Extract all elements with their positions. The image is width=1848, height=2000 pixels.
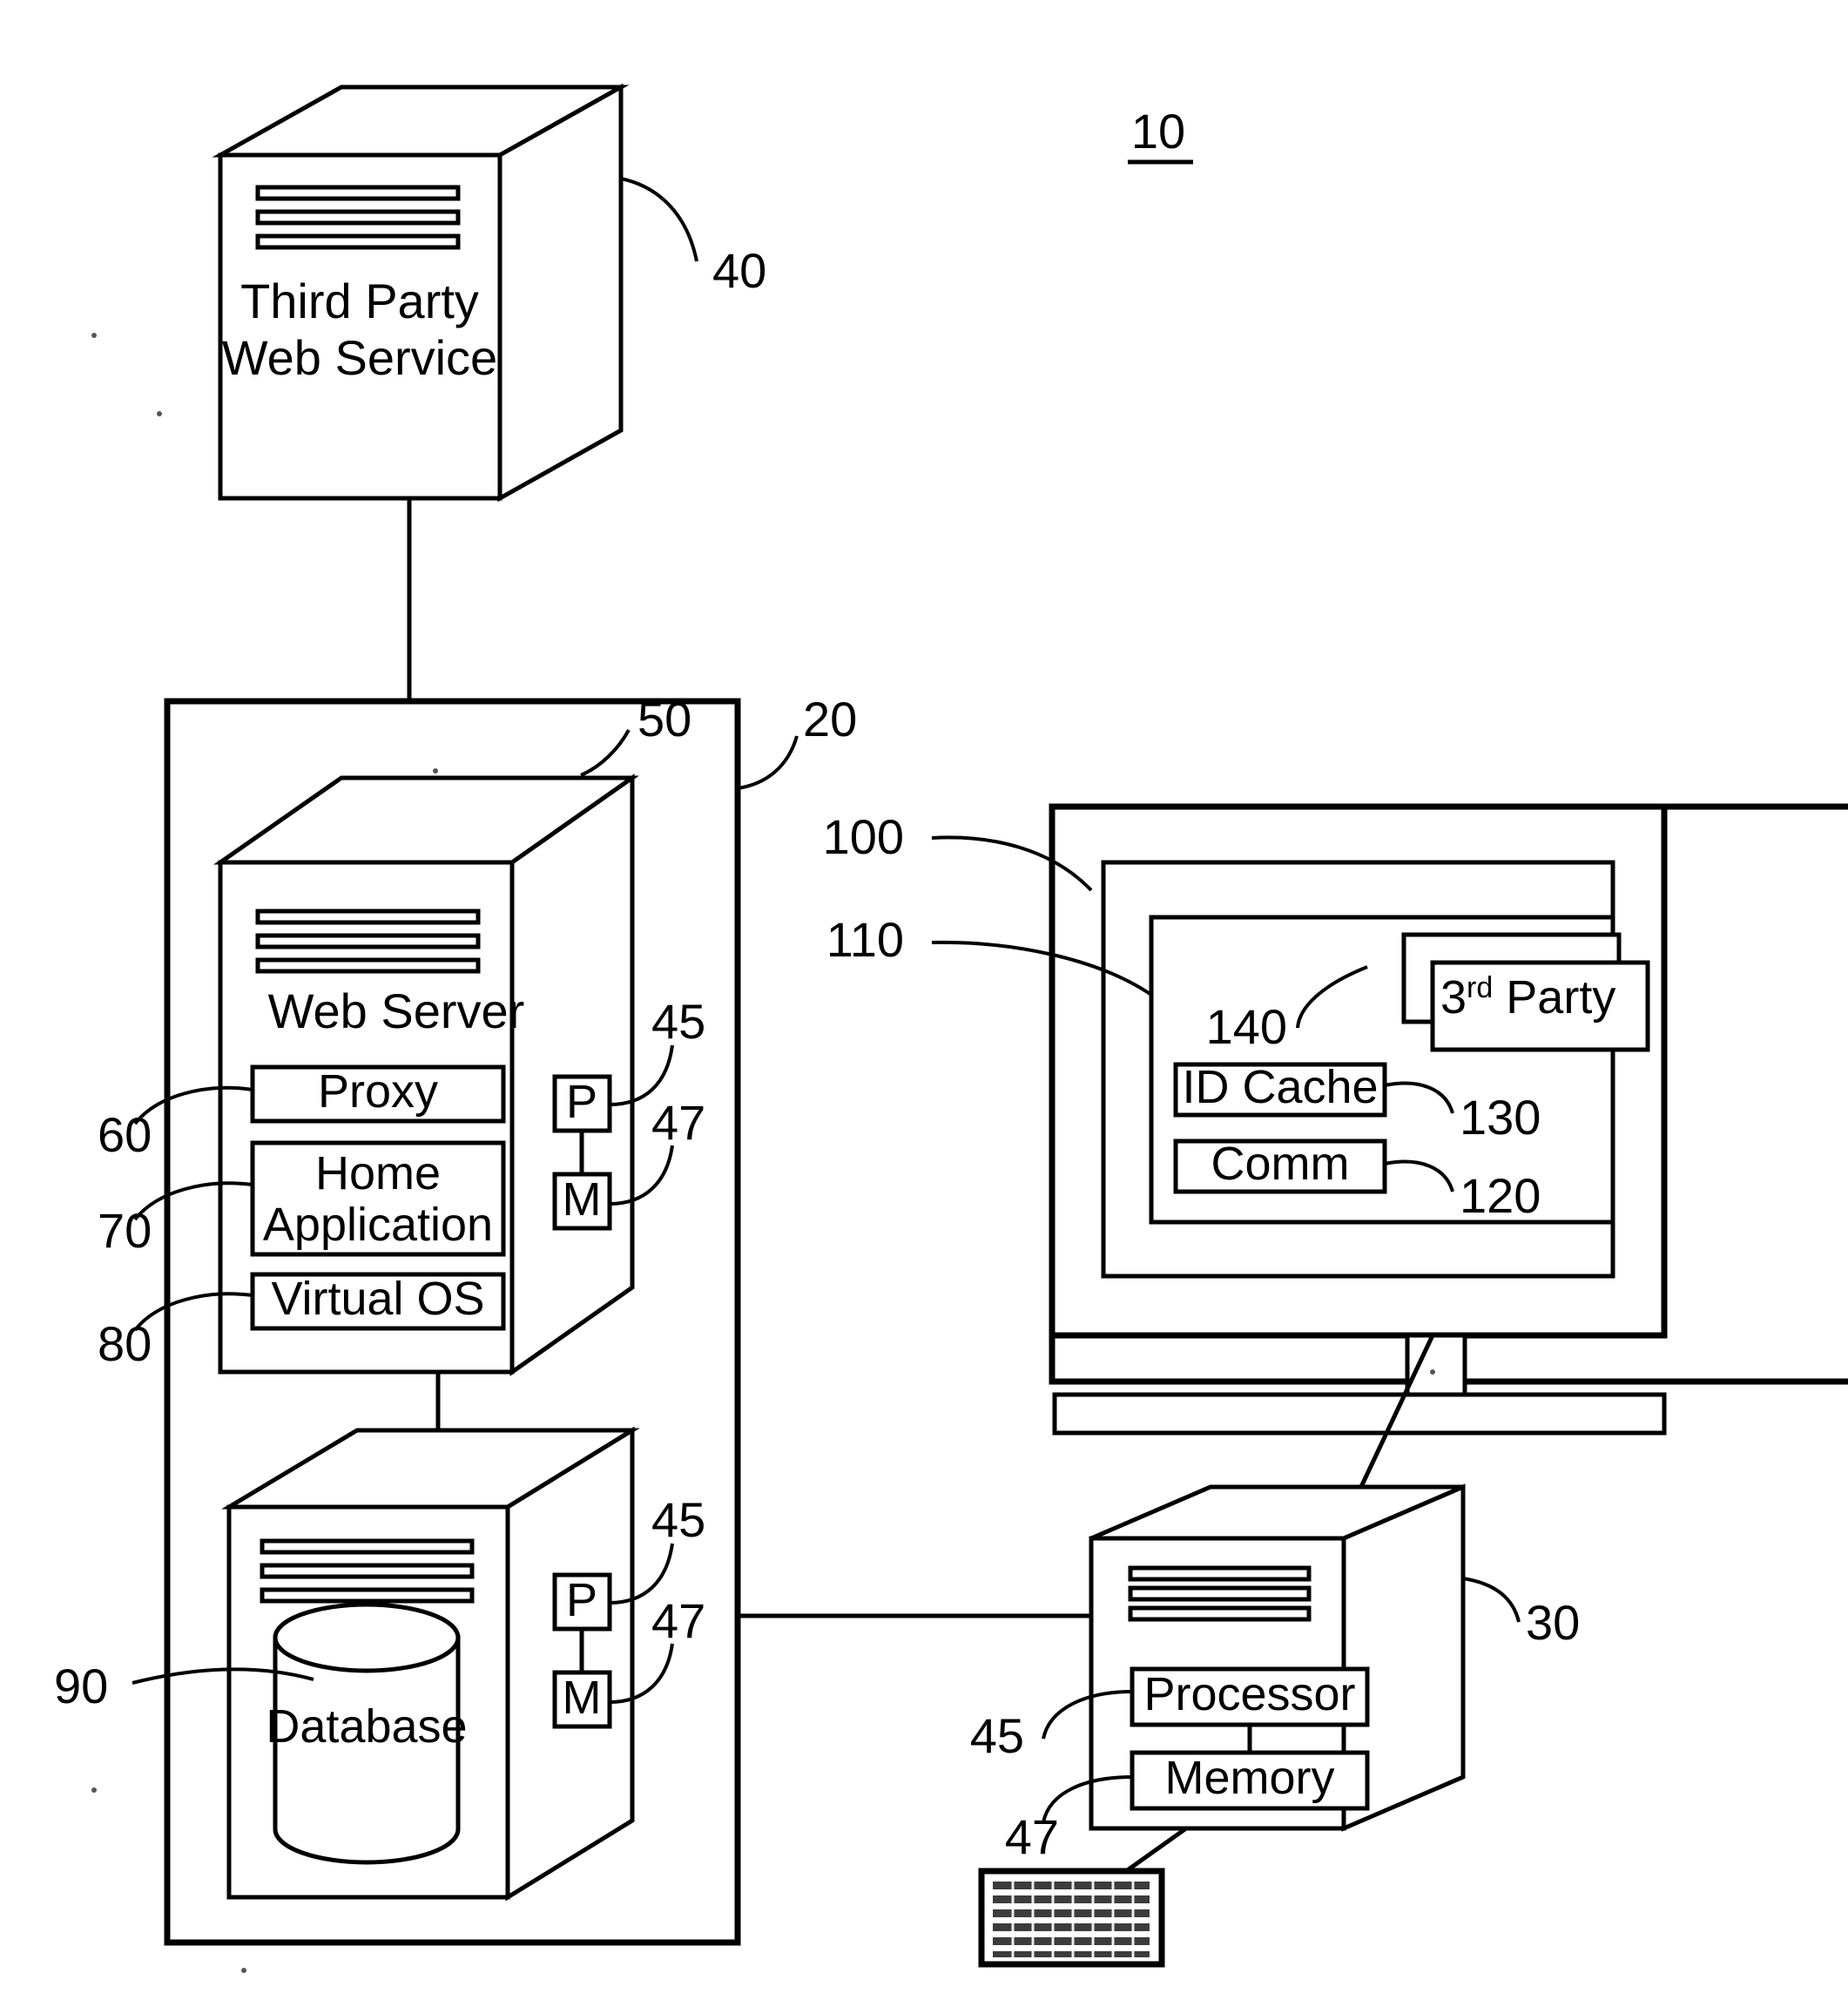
figure-number-text: 10: [1131, 104, 1185, 159]
client-computer-node[interactable]: Processor Memory: [1089, 1483, 1466, 1832]
memory-initial-label: M: [563, 1173, 602, 1226]
third-party-web-service-node[interactable]: Third Party Web Service: [212, 83, 630, 503]
database-label: Database: [266, 1700, 467, 1753]
ref-20-callout: 20: [737, 692, 857, 790]
ref-120-text: 120: [1460, 1168, 1541, 1223]
diagram-canvas: 10 Third Party Web Service 40 20 Web Ser…: [54, 83, 1848, 1973]
ref-47-client-text: 47: [1005, 1809, 1059, 1864]
web-server-side-module-m[interactable]: M: [552, 1172, 612, 1231]
ref-40-text: 40: [712, 243, 766, 298]
ref-45-webserver-text: 45: [651, 994, 705, 1049]
client-component-memory[interactable]: Memory: [1130, 1750, 1370, 1811]
ref-30-text: 30: [1526, 1595, 1580, 1650]
comm-label: Comm: [1211, 1138, 1350, 1190]
database-side-module-m[interactable]: M: [552, 1670, 612, 1729]
virtual-os-label: Virtual OS: [271, 1273, 484, 1325]
home-application-label-line1: Home: [315, 1147, 441, 1199]
monitor-module-id-cache[interactable]: ID Cache: [1173, 1061, 1387, 1118]
memory-label: Memory: [1164, 1752, 1334, 1804]
web-server-node[interactable]: Web Server Proxy Home Application Virtua…: [213, 774, 639, 1376]
ref-40-callout: 40: [620, 177, 766, 298]
figure-number: 10: [1128, 104, 1193, 165]
client-component-processor[interactable]: Processor: [1130, 1666, 1370, 1727]
ref-110-text: 110: [826, 912, 904, 967]
processor-initial-label: P: [566, 1574, 597, 1626]
ref-70-text: 70: [98, 1203, 152, 1258]
keyboard-icon[interactable]: [978, 1868, 1165, 1968]
id-cache-label: ID Cache: [1182, 1061, 1378, 1113]
ref-90-text: 90: [54, 1659, 108, 1713]
database-side-module-p[interactable]: P: [552, 1572, 612, 1632]
third-party-label-line2: Web Service: [222, 330, 497, 385]
web-server-component-virtual-os[interactable]: Virtual OS: [250, 1272, 506, 1331]
home-application-label-line2: Application: [263, 1199, 493, 1251]
ref-45-database-text: 45: [651, 1492, 705, 1547]
third-party-label-line1: Third Party: [240, 274, 479, 328]
web-server-component-home-application[interactable]: Home Application: [250, 1140, 506, 1257]
web-server-label: Web Server: [268, 983, 525, 1038]
database-node[interactable]: Database P M: [220, 1426, 640, 1902]
ref-45-client-text: 45: [970, 1708, 1024, 1763]
patent-figure-page: 10 Third Party Web Service 40 20 Web Ser…: [0, 0, 1848, 2000]
monitor-module-comm[interactable]: Comm: [1173, 1138, 1387, 1194]
processor-label: Processor: [1143, 1668, 1355, 1720]
ref-100-text: 100: [823, 809, 904, 864]
monitor-window-3rd-party[interactable]: 3rd Party: [1401, 932, 1650, 1052]
memory-initial-label: M: [563, 1672, 602, 1724]
ref-47-webserver-text: 47: [651, 1095, 705, 1150]
ref-60-text: 60: [98, 1107, 152, 1162]
ref-30-callout: 30: [1462, 1577, 1580, 1650]
ref-130-text: 130: [1460, 1090, 1541, 1145]
proxy-label: Proxy: [318, 1065, 438, 1118]
ref-47-database-text: 47: [651, 1593, 705, 1648]
ref-140-text: 140: [1206, 999, 1287, 1054]
ref-50-text: 50: [637, 692, 691, 747]
ref-80-text: 80: [98, 1316, 152, 1371]
web-server-side-module-p[interactable]: P: [552, 1074, 612, 1133]
processor-initial-label: P: [566, 1076, 597, 1128]
web-server-component-proxy[interactable]: Proxy: [250, 1064, 506, 1124]
ref-20-text: 20: [803, 692, 857, 747]
